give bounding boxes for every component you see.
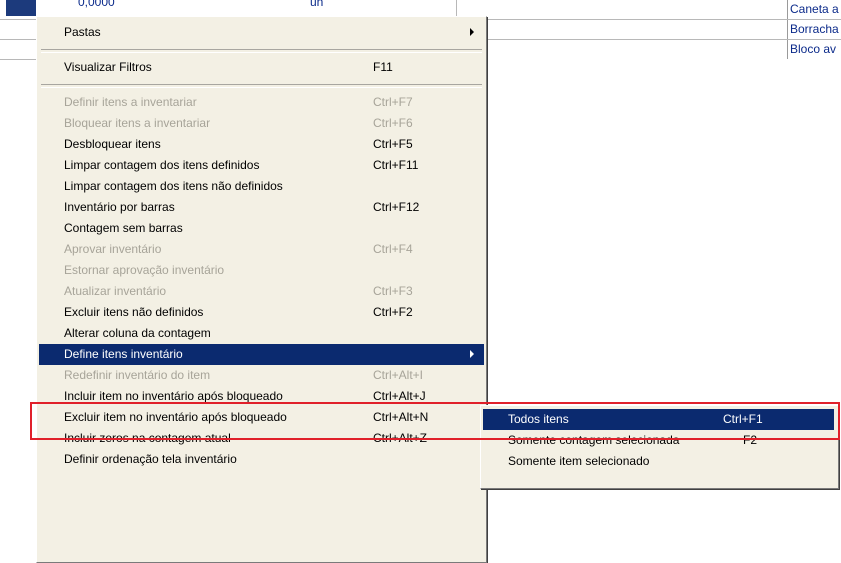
menu-item-excluir-itens-nao-definidos[interactable]: Excluir itens não definidos Ctrl+F2 [39, 302, 484, 323]
menu-item-label: Pastas [64, 25, 101, 39]
menu-item-definir-ordenacao-tela-inventario[interactable]: Definir ordenação tela inventário [39, 449, 484, 470]
menu-item-label: Redefinir inventário do item [64, 368, 211, 382]
menu-item-label: Excluir itens não definidos [64, 305, 204, 319]
menu-item-label: Alterar coluna da contagem [64, 326, 211, 340]
menu-item-label: Bloquear itens a inventariar [64, 116, 211, 130]
menu-item-label: Definir itens a inventariar [64, 95, 197, 109]
submenu-arrow-icon [470, 28, 474, 36]
menu-item-estornar-aprovacao-inventario[interactable]: Estornar aprovação inventário [39, 260, 484, 281]
top-cell-value: 0,0000 [78, 0, 115, 9]
table-cell[interactable]: Bloco av [787, 40, 841, 59]
menu-item-shortcut: Ctrl+F4 [373, 242, 413, 256]
menu-separator [41, 49, 482, 53]
menu-item-shortcut: Ctrl+F5 [373, 137, 413, 151]
menu-separator [41, 84, 482, 88]
submenu-arrow-icon [470, 350, 474, 358]
menu-item-shortcut: Ctrl+F2 [373, 305, 413, 319]
menu-item-shortcut: Ctrl+F6 [373, 116, 413, 130]
menu-item-label: Limpar contagem dos itens definidos [64, 158, 260, 172]
menu-item-label: Limpar contagem dos itens não definidos [64, 179, 283, 193]
selected-row-marker [6, 0, 36, 16]
menu-item-shortcut: Ctrl+F7 [373, 95, 413, 109]
menu-item-shortcut: Ctrl+F11 [373, 158, 419, 172]
menu-item-label: Define itens inventário [64, 347, 183, 361]
menu-item-shortcut: F11 [373, 60, 393, 74]
menu-item-contagem-sem-barras[interactable]: Contagem sem barras [39, 218, 484, 239]
menu-item-label: Aprovar inventário [64, 242, 162, 256]
menu-item-aprovar-inventario[interactable]: Aprovar inventário Ctrl+F4 [39, 239, 484, 260]
menu-item-define-itens-inventario[interactable]: Define itens inventário [39, 344, 484, 365]
menu-item-shortcut: Ctrl+F3 [373, 284, 413, 298]
menu-item-shortcut: Ctrl+F12 [373, 200, 420, 214]
table-cell[interactable]: Caneta a [787, 0, 841, 19]
menu-item-limpar-contagem-dos-itens-nao-definidos[interactable]: Limpar contagem dos itens não definidos [39, 176, 484, 197]
submenu-item-label: Somente item selecionado [508, 454, 650, 468]
menu-item-visualizar-filtros[interactable]: Visualizar Filtros F11 [39, 57, 484, 78]
menu-item-inventario-por-barras[interactable]: Inventário por barras Ctrl+F12 [39, 197, 484, 218]
menu-item-label: Contagem sem barras [64, 221, 183, 235]
menu-item-limpar-contagem-dos-itens-definidos[interactable]: Limpar contagem dos itens definidos Ctrl+… [39, 155, 484, 176]
menu-item-label: Desbloquear itens [64, 137, 161, 151]
menu-item-pastas[interactable]: Pastas [39, 22, 484, 43]
menu-item-label: Visualizar Filtros [64, 60, 152, 74]
menu-item-bloquear-itens-a-inventariar[interactable]: Bloquear itens a inventariar Ctrl+F6 [39, 113, 484, 134]
menu-item-label: Atualizar inventário [64, 284, 167, 298]
menu-item-shortcut: Ctrl+Alt+I [373, 368, 424, 382]
menu-item-definir-itens-a-inventariar[interactable]: Definir itens a inventariar Ctrl+F7 [39, 92, 484, 113]
menu-item-atualizar-inventario[interactable]: Atualizar inventário Ctrl+F3 [39, 281, 484, 302]
menu-item-desbloquear-itens[interactable]: Desbloquear itens Ctrl+F5 [39, 134, 484, 155]
top-cell-unit: un [310, 0, 324, 9]
context-menu: Pastas Visualizar Filtros F11 Definir itens… [36, 16, 487, 563]
menu-item-label: Inventário por barras [64, 200, 175, 214]
highlight-annotation-box [30, 402, 840, 440]
menu-item-alterar-coluna-da-contagem[interactable]: Alterar coluna da contagem [39, 323, 484, 344]
menu-item-redefinir-inventario-do-item[interactable]: Redefinir inventário do item Ctrl+Alt+I [39, 365, 484, 386]
menu-item-label: Estornar aprovação inventário [64, 263, 225, 277]
menu-item-label: Definir ordenação tela inventário [64, 452, 237, 466]
table-cell[interactable]: Borracha [787, 20, 841, 39]
submenu-item-somente-item-selecionado[interactable]: Somente item selecionado [483, 451, 834, 472]
